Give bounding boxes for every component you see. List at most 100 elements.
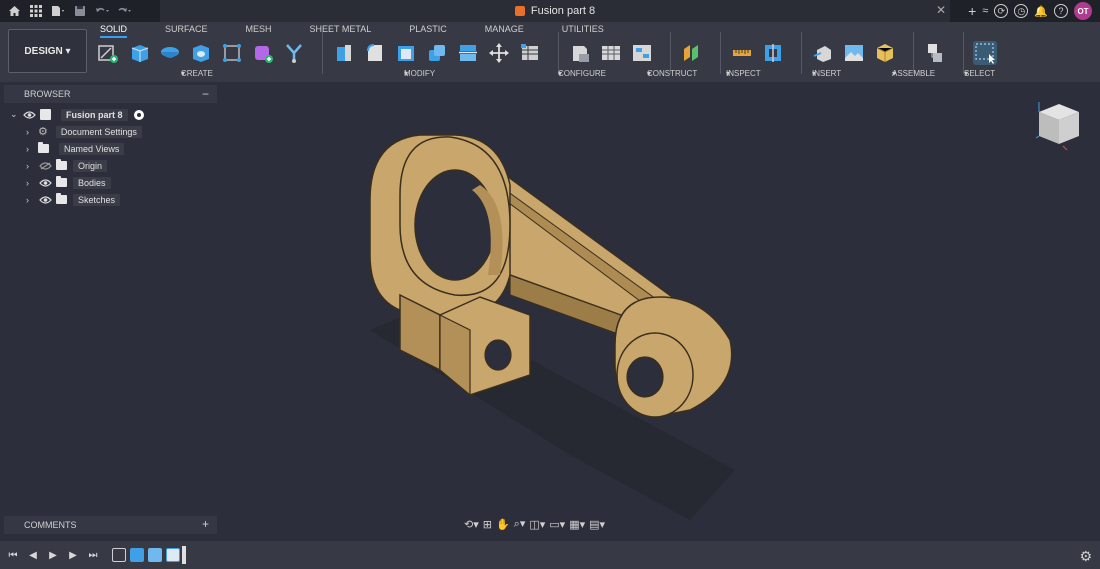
grid-settings-icon[interactable]: ▦▾ [569,518,585,531]
rectangular-pattern-icon[interactable] [220,41,244,65]
look-at-icon[interactable]: ⊞ [483,518,492,531]
select-menu[interactable]: SELECT ▾ [964,69,995,78]
configure-menu[interactable]: CONFIGURE ▾ [558,69,606,78]
chevron-down-icon[interactable]: ⌄ [10,109,22,120]
combine-icon[interactable] [425,41,449,65]
step-back-icon[interactable]: ◀ [26,548,40,562]
select-window-icon[interactable] [973,41,997,65]
tab-utilities[interactable]: UTILITIES [562,24,604,38]
insert-derive-icon[interactable] [811,41,835,65]
new-component-icon[interactable] [923,41,947,65]
tab-sheet-metal[interactable]: SHEET METAL [310,24,372,38]
section-analysis-icon[interactable] [761,41,785,65]
comments-panel[interactable]: COMMENTS + [4,516,217,534]
timeline-extrude-icon[interactable] [130,548,144,562]
eye-icon[interactable] [22,110,36,119]
configure-icon[interactable] [568,41,592,65]
extensions-icon[interactable]: ⟳ [994,4,1009,18]
zoom-icon[interactable]: ⌕▾ [514,517,526,531]
tab-solid[interactable]: SOLID [100,24,128,38]
clock-icon[interactable]: ◷ [1014,4,1029,18]
chevron-right-icon[interactable]: › [26,178,38,188]
activate-radio-icon[interactable] [133,109,144,120]
tab-mesh[interactable]: MESH [246,24,272,38]
eye-icon[interactable] [38,178,52,187]
pan-icon[interactable]: ✋ [496,518,510,531]
collapse-icon[interactable]: − [202,87,209,101]
revolve-icon[interactable] [158,41,182,65]
offset-plane-icon[interactable] [680,41,704,65]
play-icon[interactable]: ▶ [46,548,60,562]
timeline-sketch-icon[interactable] [112,548,126,562]
shell-icon[interactable] [394,41,418,65]
home-icon[interactable] [6,3,22,19]
press-pull-icon[interactable] [332,41,356,65]
modify-menu[interactable]: MODIFY ▾ [404,69,435,78]
save-icon[interactable] [72,3,88,19]
grid-icon[interactable] [28,3,44,19]
browser-item-origin[interactable]: › Origin [10,157,144,174]
help-icon[interactable]: ? [1054,4,1068,18]
undo-icon[interactable] [94,3,110,19]
tab-surface[interactable]: SURFACE [165,24,208,38]
timeline-hole-icon[interactable] [166,548,180,562]
chevron-right-icon[interactable]: › [26,127,38,137]
model-viewport-part[interactable] [360,125,750,525]
file-icon[interactable] [50,3,66,19]
step-forward-icon[interactable]: ▶ [66,548,80,562]
browser-item-label: Document Settings [55,125,142,138]
browser-item-bodies[interactable]: › Bodies [10,174,144,191]
move-icon[interactable] [487,41,511,65]
parameters-icon[interactable] [518,41,542,65]
document-tab[interactable]: Fusion part 8 ✕ [160,0,950,22]
inspect-menu[interactable]: INSPECT ▾ [726,69,761,78]
status-icon[interactable]: ≈ [982,5,988,17]
view-cube[interactable] [1035,100,1083,151]
assemble-menu[interactable]: ASSEMBLE ▾ [892,69,935,78]
tab-manage[interactable]: MANAGE [485,24,524,38]
gear-icon[interactable]: ⚙ [1079,548,1092,565]
plus-icon[interactable]: + [968,3,976,19]
eye-hidden-icon[interactable] [38,161,52,170]
fillet-icon[interactable] [363,41,387,65]
viewports-icon[interactable]: ▤▾ [589,518,605,531]
insert-mcmaster-icon[interactable] [873,41,897,65]
create-menu[interactable]: CREATE ▾ [181,69,213,78]
browser-item-sketches[interactable]: › Sketches [10,191,144,208]
browser-header[interactable]: BROWSER − [4,85,217,103]
display-settings-icon[interactable]: ▭▾ [549,518,565,531]
add-comment-icon[interactable]: + [202,517,209,531]
timeline-marker[interactable] [182,546,186,564]
derive-icon[interactable] [282,41,306,65]
chevron-right-icon[interactable]: › [26,144,38,154]
insert-image-icon[interactable] [842,41,866,65]
orbit-icon[interactable]: ⟲▾ [464,518,479,531]
create-sketch-icon[interactable] [96,41,120,65]
avatar[interactable]: OT [1074,2,1092,20]
insert-menu[interactable]: INSERT ▾ [812,69,841,78]
configuration-rules-icon[interactable] [630,41,654,65]
bell-icon[interactable]: 🔔 [1034,5,1048,18]
go-to-start-icon[interactable]: ⏮ [6,548,20,562]
fit-icon[interactable]: ◫▾ [529,518,545,531]
chevron-right-icon[interactable]: › [26,161,38,171]
design-workspace-button[interactable]: DESIGN ▾ [8,29,87,73]
timeline-extrude-icon[interactable] [148,548,162,562]
measure-icon[interactable] [730,41,754,65]
construct-menu[interactable]: CONSTRUCT ▾ [647,69,697,78]
toolbar-separator [558,32,559,74]
redo-icon[interactable] [116,3,132,19]
browser-item-named-views[interactable]: › Named Views [10,140,144,157]
eye-icon[interactable] [38,195,52,204]
chevron-right-icon[interactable]: › [26,195,38,205]
configuration-table-icon[interactable] [599,41,623,65]
tree-root[interactable]: ⌄ Fusion part 8 [10,106,144,123]
go-to-end-icon[interactable]: ⏭ [86,548,100,562]
close-icon[interactable]: ✕ [936,3,946,17]
split-body-icon[interactable] [456,41,480,65]
hole-icon[interactable] [189,41,213,65]
extrude-icon[interactable] [127,41,151,65]
browser-item-document-settings[interactable]: › ⚙ Document Settings [10,123,144,140]
create-form-icon[interactable] [251,41,275,65]
tab-plastic[interactable]: PLASTIC [409,24,447,38]
